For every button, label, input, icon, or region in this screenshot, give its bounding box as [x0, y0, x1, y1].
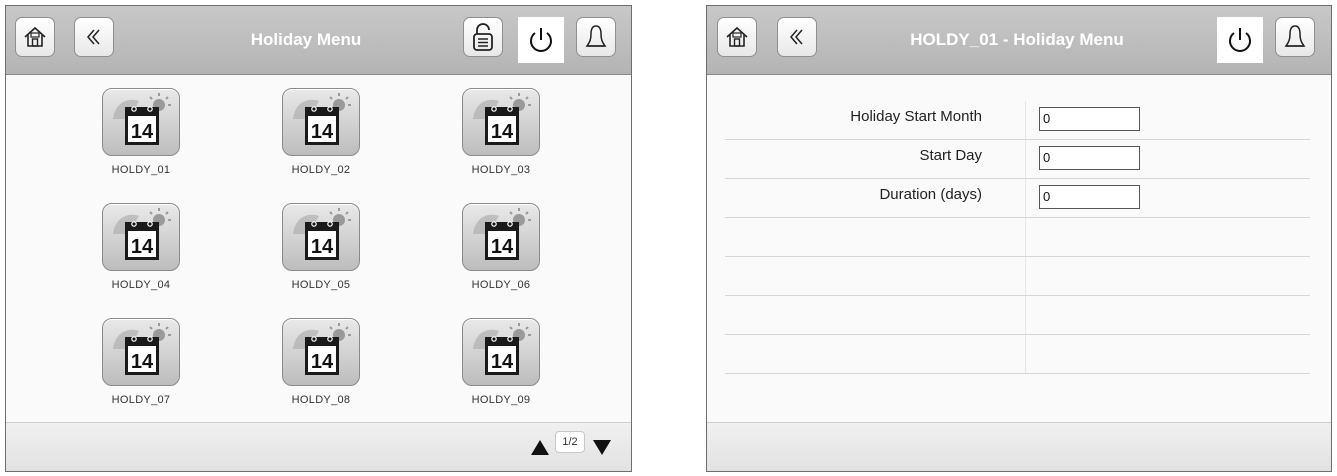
holiday-item-label: HOLDY_05	[291, 279, 351, 291]
holiday-item-label: HOLDY_03	[471, 164, 531, 176]
holiday-detail-panel: HOLDY_01 - Holiday Menu Holiday Start Mo…	[706, 5, 1332, 472]
house-icon	[724, 24, 750, 50]
calendar-icon: 14	[282, 318, 360, 386]
start-day-field[interactable]: 0	[1039, 146, 1140, 170]
page-indicator: 1/2	[555, 431, 585, 453]
page-title: Holiday Menu	[250, 30, 362, 49]
form-row: Holiday Start Month 0	[725, 101, 1310, 140]
power-button[interactable]	[1217, 17, 1263, 63]
back-button[interactable]	[777, 17, 817, 57]
holiday-menu-panel: Holiday Menu 14 HOLDY_01 14 HOLDY_02 14 HOLDY…	[5, 5, 632, 472]
holiday-item[interactable]: 14 HOLDY_09	[446, 318, 556, 406]
holiday-item-label: HOLDY_08	[291, 394, 351, 406]
calendar-day-number: 14	[491, 236, 514, 258]
holiday-item[interactable]: 14 HOLDY_03	[446, 88, 556, 176]
top-bar: Holiday Menu	[6, 6, 631, 75]
power-icon	[526, 25, 556, 55]
calendar-icon: 14	[462, 318, 540, 386]
padlock-list-icon	[470, 22, 496, 52]
double-chevron-left-icon	[786, 26, 808, 48]
empty-row	[725, 218, 1310, 257]
holiday-item[interactable]: 14 HOLDY_07	[86, 318, 196, 406]
bottom-bar	[707, 422, 1331, 471]
login-button[interactable]	[463, 17, 503, 57]
calendar-icon: 14	[462, 203, 540, 271]
form-row: Start Day 0	[725, 140, 1310, 179]
house-icon	[22, 24, 48, 50]
calendar-day-number: 14	[131, 236, 154, 258]
alarm-button[interactable]	[576, 17, 616, 57]
calendar-day-number: 14	[131, 351, 154, 373]
holiday-item[interactable]: 14 HOLDY_06	[446, 203, 556, 291]
start-day-label: Start Day	[919, 147, 982, 164]
calendar-day-number: 14	[491, 121, 514, 143]
empty-row	[725, 257, 1310, 296]
power-button[interactable]	[518, 17, 564, 63]
calendar-day-number: 14	[491, 351, 514, 373]
alarm-button[interactable]	[1275, 17, 1315, 57]
parameter-form: Holiday Start Month 0 Start Day 0 Durati…	[725, 101, 1310, 374]
holiday-item[interactable]: 14 HOLDY_02	[266, 88, 376, 176]
duration-field[interactable]: 0	[1039, 185, 1140, 209]
calendar-icon: 14	[102, 88, 180, 156]
holiday-item[interactable]: 14 HOLDY_01	[86, 88, 196, 176]
calendar-icon: 14	[282, 88, 360, 156]
home-button[interactable]	[717, 17, 757, 57]
calendar-day-number: 14	[311, 236, 334, 258]
calendar-icon: 14	[282, 203, 360, 271]
bottom-bar: 1/2	[6, 422, 631, 471]
bell-icon	[584, 23, 608, 51]
holiday-item[interactable]: 14 HOLDY_08	[266, 318, 376, 406]
holiday-item[interactable]: 14 HOLDY_05	[266, 203, 376, 291]
holiday-item-label: HOLDY_06	[471, 279, 531, 291]
calendar-day-number: 14	[311, 351, 334, 373]
home-button[interactable]	[15, 17, 55, 57]
power-icon	[1225, 25, 1255, 55]
double-chevron-left-icon	[83, 26, 105, 48]
calendar-icon: 14	[462, 88, 540, 156]
pager: 1/2	[511, 431, 621, 463]
page-down-icon[interactable]	[593, 440, 611, 455]
holiday-item-label: HOLDY_09	[471, 394, 531, 406]
page-title: HOLDY_01 - Holiday Menu	[910, 30, 1124, 49]
empty-row	[725, 335, 1310, 374]
calendar-day-number: 14	[311, 121, 334, 143]
page-up-icon[interactable]	[531, 440, 549, 455]
holiday-item-label: HOLDY_04	[111, 279, 171, 291]
duration-label: Duration (days)	[879, 186, 982, 203]
holiday-start-month-label: Holiday Start Month	[850, 108, 982, 125]
top-bar: HOLDY_01 - Holiday Menu	[707, 6, 1331, 75]
form-row: Duration (days) 0	[725, 179, 1310, 218]
calendar-icon: 14	[102, 318, 180, 386]
back-button[interactable]	[74, 17, 114, 57]
holiday-item-label: HOLDY_01	[111, 164, 171, 176]
calendar-icon: 14	[102, 203, 180, 271]
holiday-item[interactable]: 14 HOLDY_04	[86, 203, 196, 291]
holiday-start-month-field[interactable]: 0	[1039, 107, 1140, 131]
holiday-item-label: HOLDY_07	[111, 394, 171, 406]
calendar-day-number: 14	[131, 121, 154, 143]
holiday-item-label: HOLDY_02	[291, 164, 351, 176]
empty-row	[725, 296, 1310, 335]
bell-icon	[1283, 23, 1307, 51]
